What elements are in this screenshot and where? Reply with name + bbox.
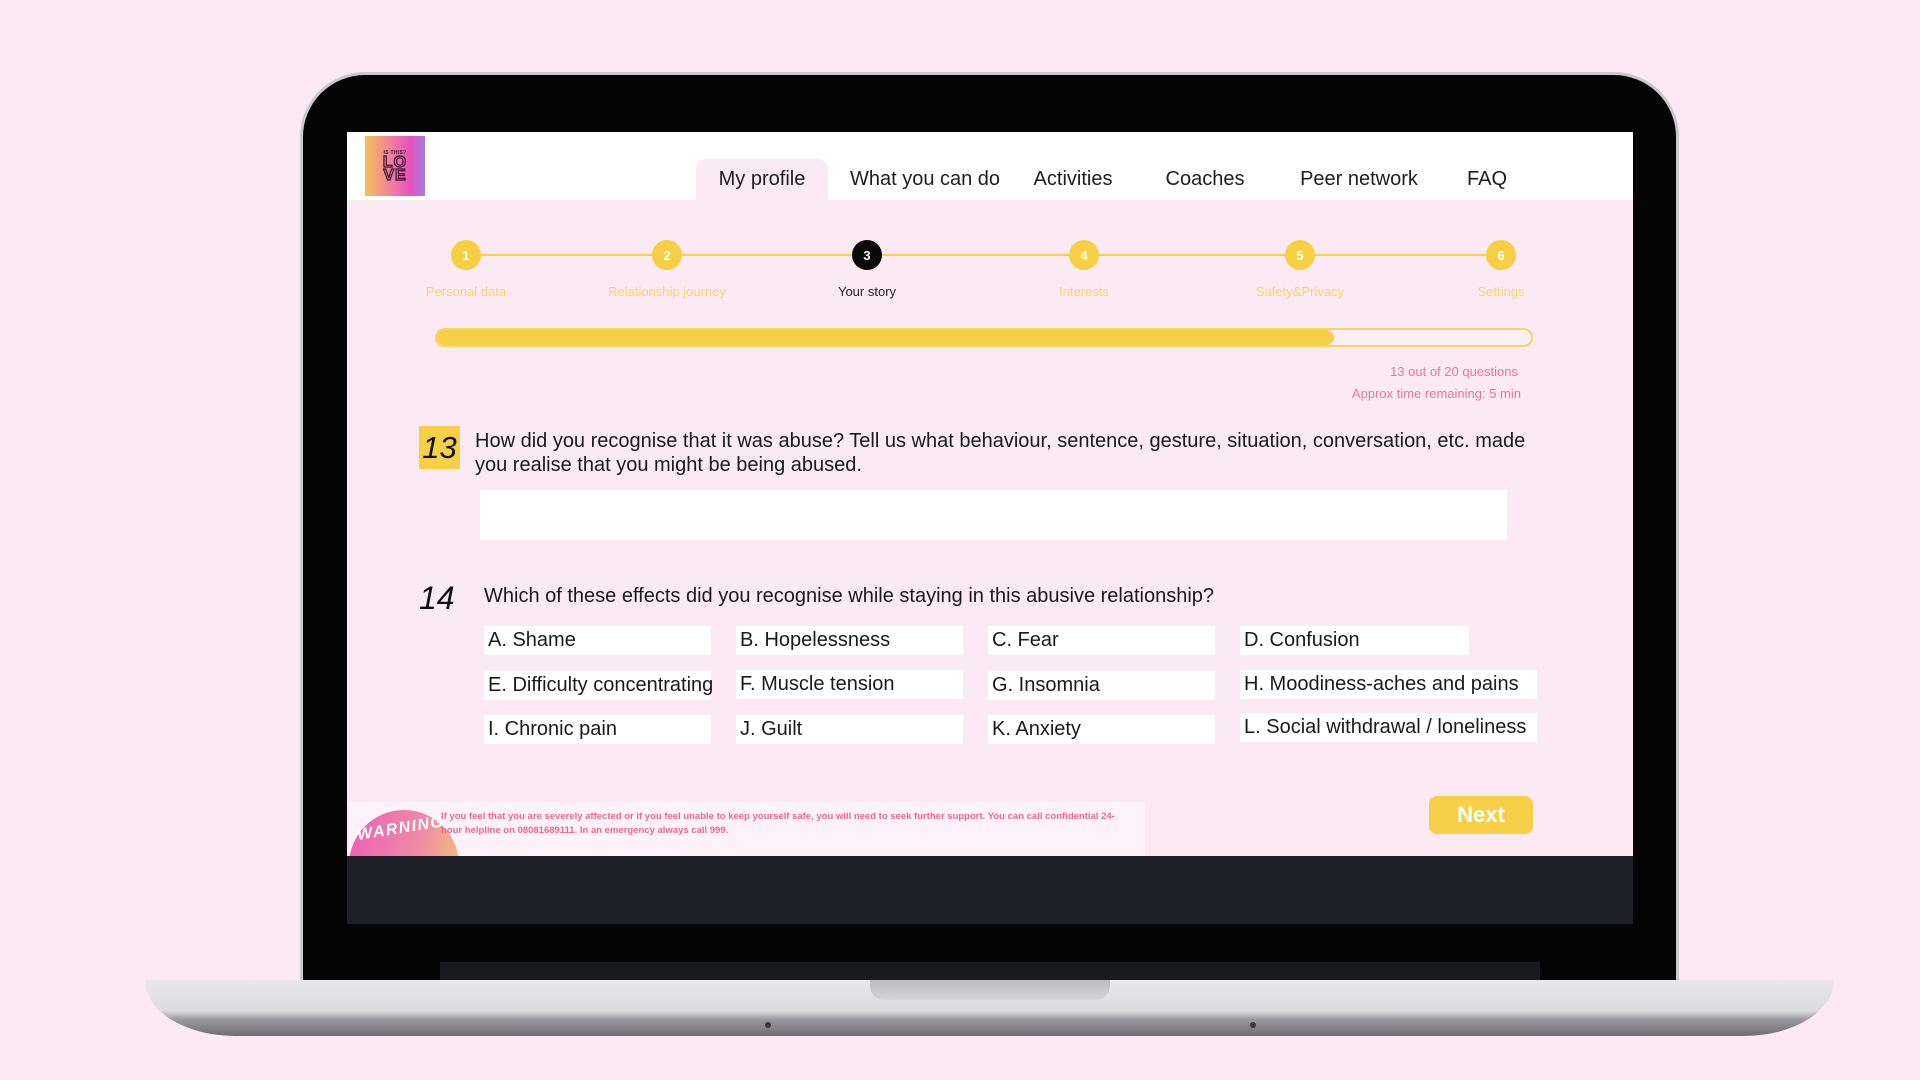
tab-faq[interactable]: FAQ — [1457, 159, 1517, 200]
tab-coaches[interactable]: Coaches — [1153, 159, 1257, 200]
laptop-foot — [1250, 1022, 1256, 1028]
tab-activities[interactable]: Activities — [1021, 159, 1125, 200]
option-muscle-tension[interactable]: F. Muscle tension — [736, 670, 963, 699]
option-hopelessness[interactable]: B. Hopelessness — [736, 626, 963, 655]
step-4[interactable]: 4 — [1069, 240, 1099, 270]
progress-bar — [435, 328, 1533, 347]
step-label: Relationship journey — [608, 284, 726, 299]
question-14-number: 14 — [419, 580, 455, 616]
option-fear[interactable]: C. Fear — [988, 626, 1215, 655]
step-1[interactable]: 1 — [451, 240, 481, 270]
screen-bottom-band — [347, 856, 1633, 924]
step-2[interactable]: 2 — [652, 240, 682, 270]
tab-peer-network[interactable]: Peer network — [1286, 159, 1432, 200]
stepper-line — [466, 254, 1501, 256]
option-moodiness[interactable]: H. Moodiness-aches and pains — [1240, 670, 1537, 699]
option-confusion[interactable]: D. Confusion — [1240, 626, 1469, 655]
warning-text: If you feel that you are severely affect… — [441, 811, 1115, 836]
progress-fill — [437, 330, 1335, 345]
step-label: Personal data — [425, 284, 507, 299]
option-anxiety[interactable]: K. Anxiety — [988, 715, 1215, 744]
step-label-current: Your story — [837, 284, 897, 299]
logo-word-line2: VE — [383, 167, 407, 184]
step-label: Settings — [1477, 284, 1525, 299]
step-6[interactable]: 6 — [1486, 240, 1516, 270]
time-remaining: Approx time remaining: 5 min — [1351, 386, 1521, 401]
laptop-hinge — [440, 962, 1540, 982]
step-3-current[interactable]: 3 — [852, 240, 882, 270]
laptop-notch — [870, 980, 1110, 1000]
next-button[interactable]: Next — [1429, 796, 1533, 834]
logo[interactable]: IS THIS? LO VE — [365, 136, 425, 196]
step-label: Safety&Privacy — [1255, 284, 1345, 299]
screen: IS THIS? LO VE My profile What you can d… — [347, 132, 1633, 924]
question-13-answer-input[interactable] — [480, 490, 1507, 540]
option-guilt[interactable]: J. Guilt — [736, 715, 963, 744]
question-14-text: Which of these effects did you recognise… — [484, 585, 1215, 607]
question-13-text: How did you recognise that it was abuse?… — [475, 430, 1526, 476]
option-shame[interactable]: A. Shame — [484, 626, 711, 655]
question-13-number: 13 — [419, 426, 460, 469]
step-label: Interests — [1059, 284, 1109, 299]
step-5[interactable]: 5 — [1285, 240, 1315, 270]
tab-what-you-can-do[interactable]: What you can do — [845, 159, 1005, 200]
option-insomnia[interactable]: G. Insomnia — [988, 671, 1215, 700]
option-social-withdrawal[interactable]: L. Social withdrawal / loneliness — [1240, 713, 1537, 742]
tab-my-profile[interactable]: My profile — [696, 159, 828, 200]
option-difficulty-concentrating[interactable]: E. Difficulty concentrating — [484, 671, 713, 700]
option-chronic-pain[interactable]: I. Chronic pain — [484, 715, 711, 744]
warning-banner: WARNING If you feel that you are severel… — [349, 802, 1145, 856]
laptop-foot — [765, 1022, 771, 1028]
questions-count: 13 out of 20 questions — [1390, 364, 1518, 379]
